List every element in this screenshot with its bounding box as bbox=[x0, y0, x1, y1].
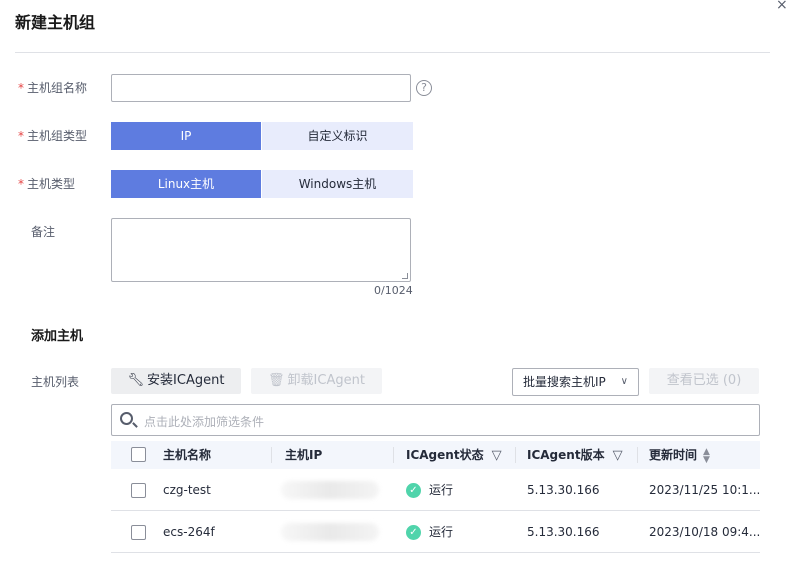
status-cell: ✓ 运行 bbox=[406, 511, 453, 553]
column-icagent-version: ICAgent版本 ▽ bbox=[527, 441, 623, 470]
host-name-cell: czg-test bbox=[163, 483, 211, 497]
version-cell: 5.13.30.166 bbox=[527, 483, 600, 497]
group-type-label-text: 主机组类型 bbox=[27, 129, 88, 143]
host-type-windows[interactable]: Windows主机 bbox=[262, 170, 413, 198]
batch-search-label: 批量搜索主机IP bbox=[523, 375, 606, 389]
sort-icon[interactable]: ▲ ▼ bbox=[703, 447, 710, 464]
column-host-ip: 主机IP bbox=[285, 448, 323, 462]
filter-placeholder: 点击此处添加筛选条件 bbox=[144, 415, 265, 429]
host-type-label-text: 主机类型 bbox=[27, 177, 76, 191]
host-ip-cell bbox=[281, 523, 379, 541]
group-name-label-text: 主机组名称 bbox=[27, 81, 88, 95]
type-option-custom[interactable]: 自定义标识 bbox=[262, 122, 413, 150]
column-icagent-status-label: ICAgent状态 bbox=[406, 448, 484, 462]
uninstall-icagent-label: 卸载ICAgent bbox=[287, 373, 365, 388]
table-row: ecs-264f ✓ 运行 5.13.30.166 2023/10/18 09:4… bbox=[111, 511, 760, 553]
updated-time-cell: 2023/11/25 10:1... bbox=[649, 483, 761, 497]
remark-label: 备注 bbox=[31, 225, 56, 239]
group-name-input[interactable] bbox=[111, 74, 411, 102]
install-icagent-label: 安装ICAgent bbox=[147, 373, 225, 388]
row-checkbox[interactable] bbox=[131, 525, 146, 540]
column-host-name: 主机名称 bbox=[163, 448, 212, 462]
column-updated-time-label: 更新时间 bbox=[649, 448, 698, 462]
required-mark: * bbox=[18, 177, 24, 191]
host-name-cell: ecs-264f bbox=[163, 525, 215, 539]
remark-textarea[interactable] bbox=[111, 218, 411, 282]
batch-search-ip-dropdown[interactable]: 批量搜索主机IP ∨ bbox=[512, 368, 639, 396]
resize-handle[interactable] bbox=[402, 273, 408, 279]
add-host-section-title: 添加主机 bbox=[31, 329, 84, 344]
table-row: czg-test ✓ 运行 5.13.30.166 2023/11/25 10:1… bbox=[111, 469, 760, 511]
uninstall-icagent-button[interactable]: 🗑︎ 卸载ICAgent bbox=[251, 368, 382, 394]
filter-icon[interactable]: ▽ bbox=[613, 442, 623, 470]
row-checkbox[interactable] bbox=[131, 483, 146, 498]
updated-time-cell: 2023/10/18 09:4... bbox=[649, 525, 761, 539]
column-divider bbox=[393, 447, 394, 463]
chevron-down-icon: ∨ bbox=[620, 376, 628, 387]
host-type-linux[interactable]: Linux主机 bbox=[111, 170, 261, 198]
trash-icon: 🗑︎ bbox=[268, 373, 285, 388]
status-cell: ✓ 运行 bbox=[406, 469, 453, 511]
filter-icon[interactable]: ▽ bbox=[492, 442, 502, 470]
column-updated-time: 更新时间 ▲ ▼ bbox=[649, 441, 710, 469]
remark-char-counter: 0/1024 bbox=[374, 284, 413, 297]
view-selected-button[interactable]: 查看已选 (0) bbox=[649, 368, 759, 394]
version-cell: 5.13.30.166 bbox=[527, 525, 600, 539]
dialog-title: 新建主机组 bbox=[15, 13, 96, 32]
status-text: 运行 bbox=[429, 483, 454, 497]
type-option-ip[interactable]: IP bbox=[111, 122, 261, 150]
search-icon bbox=[120, 412, 133, 425]
required-mark: * bbox=[18, 129, 24, 143]
column-divider bbox=[515, 447, 516, 463]
select-all-checkbox[interactable] bbox=[131, 447, 146, 462]
host-list-label: 主机列表 bbox=[31, 375, 80, 389]
install-icagent-button[interactable]: 🔧︎ 安装ICAgent bbox=[111, 368, 241, 394]
host-type-label: * 主机类型 bbox=[18, 176, 75, 192]
group-name-label: * 主机组名称 bbox=[18, 80, 87, 96]
required-mark: * bbox=[18, 81, 24, 95]
column-icagent-version-label: ICAgent版本 bbox=[527, 448, 605, 462]
column-divider bbox=[271, 447, 272, 463]
help-icon[interactable]: ? bbox=[416, 80, 432, 96]
title-divider bbox=[15, 52, 770, 53]
check-circle-icon: ✓ bbox=[406, 483, 421, 498]
check-circle-icon: ✓ bbox=[406, 525, 421, 540]
status-text: 运行 bbox=[429, 525, 454, 539]
column-icagent-status: ICAgent状态 ▽ bbox=[406, 441, 502, 470]
filter-search-bar[interactable]: 点击此处添加筛选条件 bbox=[111, 404, 760, 436]
group-type-label: * 主机组类型 bbox=[18, 128, 87, 144]
column-divider bbox=[637, 447, 638, 463]
host-ip-cell bbox=[281, 481, 379, 499]
close-icon[interactable]: × bbox=[776, 0, 787, 12]
host-table-header: 主机名称 主机IP ICAgent状态 ▽ ICAgent版本 ▽ 更新时间 ▲ ▼ bbox=[111, 441, 760, 469]
wrench-icon: 🔧︎ bbox=[127, 373, 145, 388]
